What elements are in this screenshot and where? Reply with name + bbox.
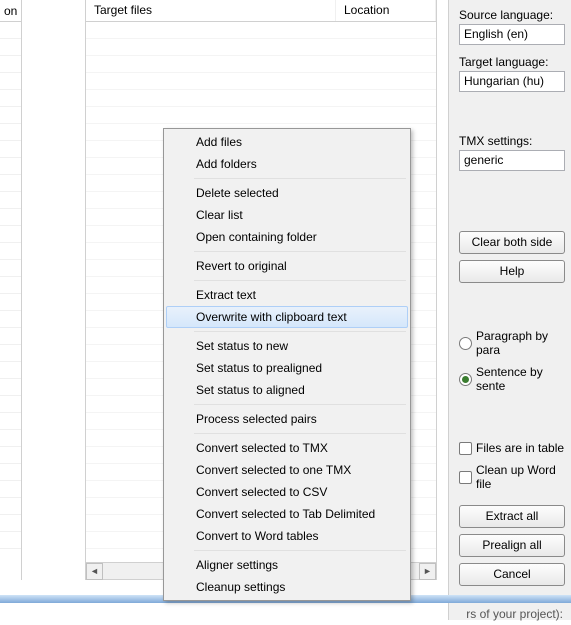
column-label: Location [344, 3, 389, 17]
column-target-files[interactable]: Target files [86, 0, 336, 21]
check-files-in-table[interactable]: Files are in table [459, 441, 565, 455]
menu-separator [194, 550, 406, 551]
left-panel-header: on [0, 0, 21, 22]
tmx-label: TMX settings: [459, 134, 565, 148]
menu-label: Extract text [196, 288, 256, 302]
tmx-combo[interactable]: generic [459, 150, 565, 171]
radio-label: Sentence by sente [476, 365, 565, 393]
left-panel: on [0, 0, 22, 580]
left-header-text: on [4, 4, 17, 18]
menu-status-aligned[interactable]: Set status to aligned [166, 379, 408, 401]
help-button[interactable]: Help [459, 260, 565, 283]
context-menu: Add files Add folders Delete selected Cl… [163, 128, 411, 601]
menu-extract-text[interactable]: Extract text [166, 284, 408, 306]
menu-separator [194, 404, 406, 405]
menu-label: Convert to Word tables [196, 529, 319, 543]
menu-separator [194, 280, 406, 281]
menu-label: Convert selected to one TMX [196, 463, 351, 477]
menu-label: Convert selected to Tab Delimited [196, 507, 375, 521]
menu-convert-tab[interactable]: Convert selected to Tab Delimited [166, 503, 408, 525]
menu-cleanup-settings[interactable]: Cleanup settings [166, 576, 408, 598]
checkbox-icon [459, 471, 472, 484]
menu-open-folder[interactable]: Open containing folder [166, 226, 408, 248]
menu-convert-one-tmx[interactable]: Convert selected to one TMX [166, 459, 408, 481]
menu-label: Convert selected to TMX [196, 441, 328, 455]
menu-process-pairs[interactable]: Process selected pairs [166, 408, 408, 430]
check-cleanup-word[interactable]: Clean up Word file [459, 463, 565, 491]
menu-add-folders[interactable]: Add folders [166, 153, 408, 175]
menu-label: Cleanup settings [196, 580, 285, 594]
left-panel-rows [0, 22, 21, 549]
menu-convert-word[interactable]: Convert to Word tables [166, 525, 408, 547]
menu-label: Set status to aligned [196, 383, 305, 397]
combo-value: English (en) [464, 27, 528, 41]
button-label: Extract all [486, 509, 539, 523]
checkbox-icon [459, 442, 472, 455]
bottom-text-value: rs of your project): [466, 607, 563, 621]
combo-value: generic [464, 153, 503, 167]
target-lang-combo[interactable]: Hungarian (hu) [459, 71, 565, 92]
cancel-button[interactable]: Cancel [459, 563, 565, 586]
menu-revert[interactable]: Revert to original [166, 255, 408, 277]
menu-label: Delete selected [196, 186, 279, 200]
button-label: Clear both side [472, 235, 553, 249]
scroll-left-icon[interactable]: ◄ [86, 563, 103, 580]
button-label: Cancel [493, 567, 530, 581]
radio-sentence[interactable]: Sentence by sente [459, 365, 565, 393]
menu-delete-selected[interactable]: Delete selected [166, 182, 408, 204]
radio-icon [459, 373, 472, 386]
column-label: Target files [94, 3, 152, 17]
menu-label: Aligner settings [196, 558, 278, 572]
menu-overwrite-clipboard[interactable]: Overwrite with clipboard text [166, 306, 408, 328]
scroll-right-icon[interactable]: ► [419, 563, 436, 580]
menu-separator [194, 178, 406, 179]
menu-label: Open containing folder [196, 230, 317, 244]
menu-status-prealigned[interactable]: Set status to prealigned [166, 357, 408, 379]
clear-both-button[interactable]: Clear both side [459, 231, 565, 254]
menu-aligner-settings[interactable]: Aligner settings [166, 554, 408, 576]
radio-label: Paragraph by para [476, 329, 565, 357]
menu-label: Convert selected to CSV [196, 485, 327, 499]
button-label: Help [500, 264, 525, 278]
check-label: Clean up Word file [476, 463, 565, 491]
menu-label: Clear list [196, 208, 243, 222]
source-lang-label: Source language: [459, 8, 565, 22]
combo-value: Hungarian (hu) [464, 74, 544, 88]
menu-label: Set status to new [196, 339, 288, 353]
menu-label: Process selected pairs [196, 412, 317, 426]
menu-add-files[interactable]: Add files [166, 131, 408, 153]
target-panel-header: Target files Location [86, 0, 436, 22]
menu-status-new[interactable]: Set status to new [166, 335, 408, 357]
menu-label: Add files [196, 135, 242, 149]
prealign-all-button[interactable]: Prealign all [459, 534, 565, 557]
button-label: Prealign all [482, 538, 541, 552]
check-label: Files are in table [476, 441, 564, 455]
bottom-text: rs of your project): [0, 603, 571, 625]
menu-separator [194, 251, 406, 252]
radio-paragraph[interactable]: Paragraph by para [459, 329, 565, 357]
target-lang-label: Target language: [459, 55, 565, 69]
extract-all-button[interactable]: Extract all [459, 505, 565, 528]
menu-label: Add folders [196, 157, 257, 171]
menu-separator [194, 433, 406, 434]
column-location[interactable]: Location [336, 0, 436, 21]
right-panel: Source language: English (en) Target lan… [448, 0, 571, 620]
menu-label: Overwrite with clipboard text [196, 310, 347, 324]
menu-label: Revert to original [196, 259, 287, 273]
radio-icon [459, 337, 472, 350]
menu-convert-tmx[interactable]: Convert selected to TMX [166, 437, 408, 459]
menu-separator [194, 331, 406, 332]
menu-label: Set status to prealigned [196, 361, 322, 375]
menu-clear-list[interactable]: Clear list [166, 204, 408, 226]
source-lang-combo[interactable]: English (en) [459, 24, 565, 45]
menu-convert-csv[interactable]: Convert selected to CSV [166, 481, 408, 503]
